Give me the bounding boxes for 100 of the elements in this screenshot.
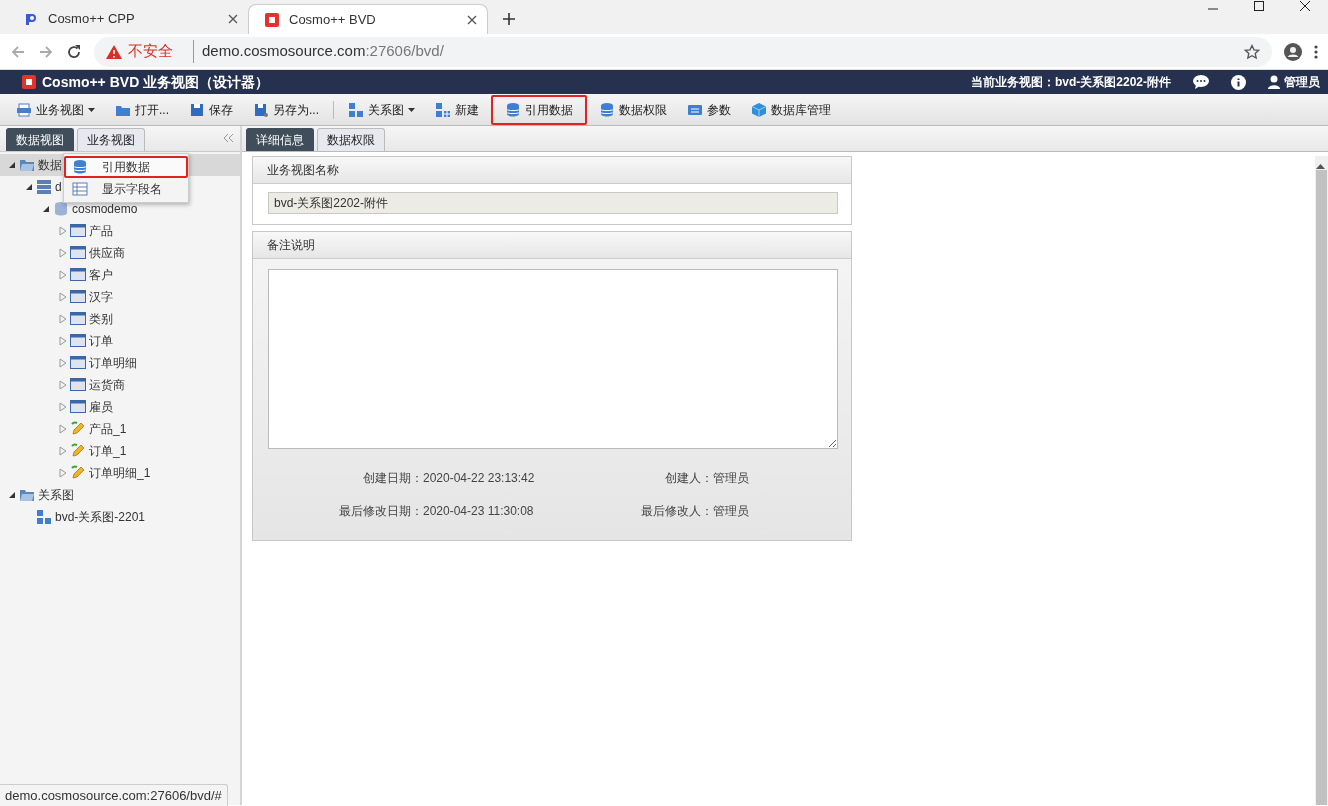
collapsed-icon	[59, 424, 67, 434]
notes-field[interactable]	[268, 269, 838, 449]
table-icon	[70, 289, 86, 305]
logo-icon	[24, 12, 38, 26]
expanded-icon	[25, 183, 33, 191]
collapsed-icon	[59, 446, 67, 456]
cube-icon	[751, 101, 768, 118]
panel-tab[interactable]: 业务视图	[77, 128, 145, 151]
reload-icon[interactable]	[66, 43, 82, 60]
collapsed-icon	[59, 270, 67, 280]
tree-item[interactable]: 产品_1	[0, 418, 240, 440]
profile-icon[interactable]	[1284, 42, 1302, 61]
tree-item[interactable]: 订单	[0, 330, 240, 352]
panel-title: 业务视图名称	[253, 157, 851, 184]
tree-item[interactable]: 订单明细	[0, 352, 240, 374]
document-icon	[16, 101, 32, 118]
close-icon[interactable]	[467, 14, 477, 25]
url-text: demo.cosmosource.com:27606/bvd/	[193, 40, 444, 63]
toolbar-button[interactable]: 数据权限	[591, 95, 676, 124]
content-tab[interactable]: 数据权限	[317, 128, 385, 151]
tree-item[interactable]: 供应商	[0, 242, 240, 264]
tab-title: Cosmo++ CPP	[48, 10, 136, 29]
tree-item[interactable]: 产品	[0, 220, 240, 242]
collapsed-icon	[59, 336, 67, 346]
panel-tab[interactable]: 数据视图	[6, 128, 74, 151]
table-icon	[70, 245, 86, 261]
field-label: 最后修改日期：	[338, 503, 423, 520]
field-label: 创建人：	[664, 470, 713, 487]
collapsed-icon	[59, 314, 67, 324]
tree-item[interactable]: 雇员	[0, 396, 240, 418]
field-list-icon	[72, 181, 88, 197]
field-label: 最后修改人：	[640, 503, 713, 520]
collapsed-icon	[59, 292, 67, 302]
field-value: 2020-04-22 23:13:42	[423, 470, 536, 487]
toolbar-button[interactable]: 数据库管理	[743, 95, 840, 124]
tab-title: Cosmo++ BVD	[289, 10, 377, 29]
toolbar-button[interactable]: 业务视图	[8, 95, 103, 124]
tree-item[interactable]: 订单_1	[0, 440, 240, 462]
folder-icon	[19, 487, 35, 503]
new-document-icon	[435, 101, 452, 118]
browser-tab[interactable]: Cosmo++ BVD	[248, 4, 488, 34]
toolbar-button[interactable]: 新建	[427, 95, 488, 124]
chat-icon[interactable]	[1193, 75, 1209, 89]
expanded-icon	[8, 161, 16, 169]
tree-item[interactable]: 关系图	[0, 484, 240, 506]
toolbar-button[interactable]: 另存为...	[245, 95, 328, 124]
tree-item[interactable]: 运货商	[0, 374, 240, 396]
tree-item[interactable]: cosmodemo	[0, 198, 240, 220]
toolbar-button[interactable]: 关系图	[340, 95, 424, 124]
pencil-icon	[70, 421, 86, 437]
user-menu[interactable]: 管理员	[1268, 73, 1320, 91]
pencil-icon	[70, 465, 86, 481]
table-icon	[70, 267, 86, 283]
browser-tab[interactable]: Cosmo++ CPP	[8, 4, 248, 34]
field-value: 管理员	[713, 470, 750, 487]
field-value: 管理员	[713, 503, 750, 520]
toolbar-button[interactable]: 参数	[679, 95, 740, 124]
tree-item[interactable]: 类别	[0, 308, 240, 330]
toolbar-button[interactable]: 引用数据	[491, 94, 588, 125]
close-icon[interactable]	[1299, 0, 1311, 12]
table-icon	[70, 223, 86, 239]
database-icon	[53, 201, 69, 217]
scrollbar[interactable]	[1315, 156, 1328, 805]
close-icon[interactable]	[228, 14, 238, 24]
expanded-icon	[8, 491, 16, 499]
menu-item[interactable]: 显示字段名	[64, 178, 188, 200]
security-label: 不安全	[128, 41, 173, 62]
pencil-icon	[70, 443, 86, 459]
folder-icon	[19, 157, 35, 173]
table-icon	[70, 311, 86, 327]
more-icon[interactable]	[1314, 43, 1318, 60]
floppy-icon	[253, 101, 269, 118]
table-icon	[70, 377, 86, 393]
info-icon[interactable]	[1231, 74, 1246, 90]
logo-icon	[265, 12, 279, 27]
user-icon	[1268, 75, 1280, 89]
name-field[interactable]: bvd-关系图2202-附件	[268, 192, 838, 214]
collapsed-icon	[59, 226, 67, 236]
menu-item[interactable]: 引用数据	[64, 156, 188, 178]
server-icon	[36, 179, 52, 195]
content-tab[interactable]: 详细信息	[246, 128, 314, 151]
tree-item[interactable]: 订单明细_1	[0, 462, 240, 484]
address-bar[interactable]: 不安全 demo.cosmosource.com:27606/bvd/	[94, 36, 1272, 67]
table-icon	[70, 333, 86, 349]
collapse-icon[interactable]	[222, 133, 234, 143]
floppy-icon	[189, 101, 205, 118]
current-view-label: 当前业务视图：bvd-关系图2202-附件	[970, 74, 1171, 91]
new-tab-icon[interactable]	[502, 12, 516, 26]
collapsed-icon	[59, 358, 67, 368]
collapsed-icon	[59, 380, 67, 390]
expanded-icon	[42, 205, 50, 213]
toolbar-button[interactable]: 打开...	[107, 95, 177, 124]
toolbar-button[interactable]: 保存	[181, 95, 241, 124]
tree-item[interactable]: 客户	[0, 264, 240, 286]
star-icon[interactable]	[1244, 43, 1260, 60]
maximize-icon[interactable]	[1253, 0, 1265, 12]
status-url: demo.cosmosource.com:27606/bvd/#	[0, 783, 228, 806]
tree-item[interactable]: bvd-关系图-2201	[0, 506, 240, 528]
tree-item[interactable]: 汉字	[0, 286, 240, 308]
warning-icon	[106, 44, 122, 59]
